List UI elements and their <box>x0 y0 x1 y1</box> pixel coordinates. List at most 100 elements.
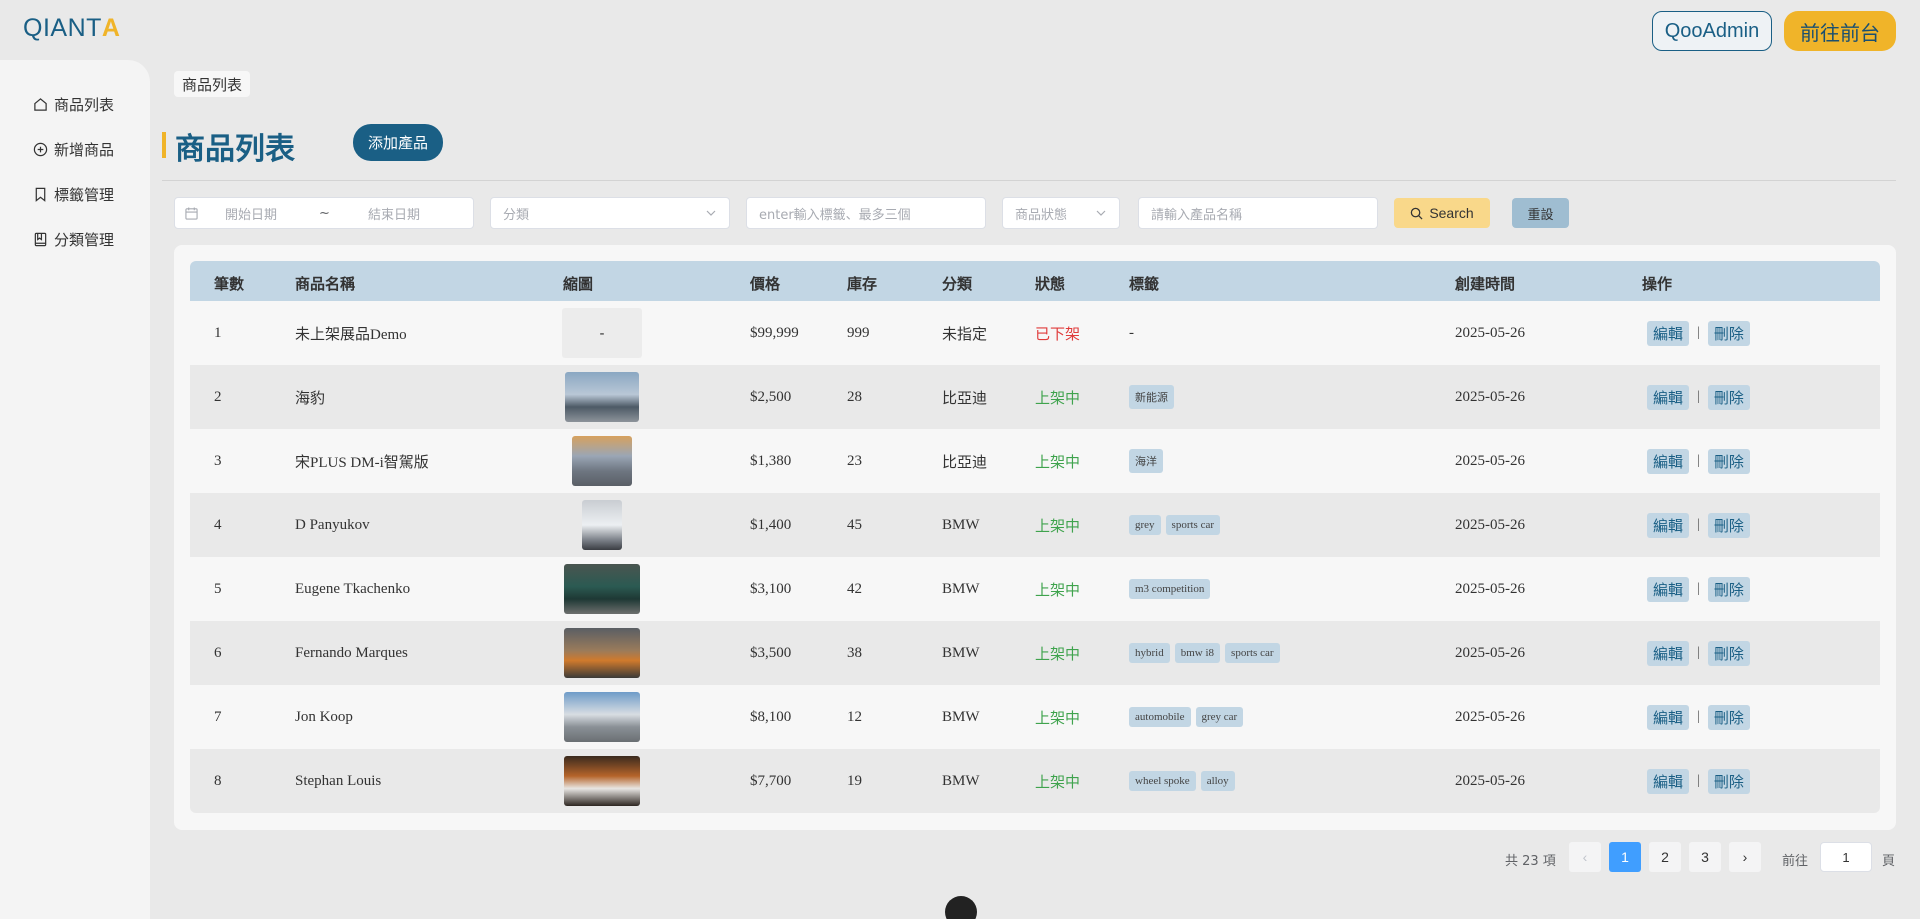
product-category: BMW <box>942 708 980 725</box>
delete-button[interactable]: 刪除 <box>1707 704 1750 730</box>
row-number: 2 <box>214 388 222 405</box>
thumbnail-placeholder: - <box>562 308 642 358</box>
add-product-button[interactable]: 添加產品 <box>353 124 443 161</box>
tag-chip: 新能源 <box>1129 385 1174 409</box>
column-header: 狀態 <box>1035 275 1066 293</box>
search-button[interactable]: Search <box>1394 198 1490 228</box>
delete-button[interactable]: 刪除 <box>1707 384 1750 410</box>
delete-button[interactable]: 刪除 <box>1707 640 1750 666</box>
product-name-input[interactable]: 請輸入產品名稱 <box>1138 197 1378 229</box>
product-tags: automobile grey car <box>1129 685 1244 749</box>
created-date: 2025-05-26 <box>1455 708 1525 725</box>
tag-chip: alloy <box>1200 771 1235 791</box>
tag-chip: grey car <box>1195 707 1244 727</box>
product-stock: 19 <box>847 772 862 789</box>
tag-chip: m3 competition <box>1129 579 1211 599</box>
calendar-icon <box>185 207 198 220</box>
table-row: 3 宋PLUS DM-i智駕版 $1,380 23 比亞迪 上架中 海洋 2025-05-26… <box>190 429 1880 493</box>
product-category: BMW <box>942 516 980 533</box>
action-separator: | <box>1697 645 1700 660</box>
product-price: $7,700 <box>750 772 792 789</box>
row-actions: 編輯 | 刪除 <box>1647 621 1750 685</box>
breadcrumb[interactable]: 商品列表 <box>174 71 251 97</box>
column-header: 縮圖 <box>563 275 594 293</box>
next-page-button[interactable]: › <box>1729 842 1761 872</box>
goto-page-input[interactable]: 1 <box>1820 842 1872 872</box>
edit-button[interactable]: 編輯 <box>1647 512 1690 538</box>
sidebar-item-product-list[interactable]: 商品列表 <box>33 92 114 116</box>
table-row: 5 Eugene Tkachenko $3,100 42 BMW 上架中 m3 compet… <box>190 557 1880 621</box>
product-thumbnail <box>582 500 622 550</box>
product-category: 未指定 <box>942 324 988 343</box>
table-header: 筆數 商品名稱 縮圖 價格 庫存 分類 狀態 標籤 創建時間 操作 <box>190 261 1880 301</box>
row-number: 8 <box>214 772 222 789</box>
table-row: 6 Fernando Marques $3,500 38 BMW 上架中 hybrid bmw… <box>190 621 1880 685</box>
row-number: 7 <box>214 708 222 725</box>
delete-button[interactable]: 刪除 <box>1707 576 1750 602</box>
logo[interactable]: QIANTA <box>23 14 120 43</box>
tag-chip: grey <box>1129 515 1161 535</box>
edit-button[interactable]: 編輯 <box>1647 704 1690 730</box>
delete-button[interactable]: 刪除 <box>1707 448 1750 474</box>
reset-button[interactable]: 重設 <box>1512 198 1569 228</box>
product-thumbnail <box>564 756 640 806</box>
prev-page-button[interactable]: ‹ <box>1569 842 1601 872</box>
category-select[interactable]: 分類 <box>490 197 730 229</box>
status-label: 上架中 <box>1035 452 1081 471</box>
row-actions: 編輯 | 刪除 <box>1647 493 1750 557</box>
created-date: 2025-05-26 <box>1455 388 1525 405</box>
action-separator: | <box>1697 773 1700 788</box>
product-tags: hybrid bmw i8 sports car <box>1129 621 1280 685</box>
page-button-2[interactable]: 2 <box>1649 842 1681 872</box>
product-category: BMW <box>942 644 980 661</box>
row-actions: 編輯 | 刪除 <box>1647 557 1750 621</box>
delete-button[interactable]: 刪除 <box>1707 320 1750 346</box>
go-front-button[interactable]: 前往前台 <box>1784 11 1896 51</box>
edit-button[interactable]: 編輯 <box>1647 576 1690 602</box>
tag-input[interactable]: enter輸入標籤、最多三個 <box>746 197 986 229</box>
product-stock: 23 <box>847 452 862 469</box>
product-thumbnail <box>572 436 632 486</box>
product-name-placeholder: 請輸入產品名稱 <box>1151 207 1243 223</box>
start-date-placeholder: 開始日期 <box>225 207 278 223</box>
edit-button[interactable]: 編輯 <box>1647 768 1690 794</box>
product-tags: 新能源 <box>1129 365 1174 429</box>
scroll-toggle-button[interactable] <box>945 896 977 919</box>
bookmark-icon <box>35 187 46 202</box>
product-thumbnail <box>564 692 640 742</box>
product-category: 比亞迪 <box>942 388 988 407</box>
column-header: 分類 <box>942 275 973 293</box>
edit-button[interactable]: 編輯 <box>1647 448 1690 474</box>
qooadmin-button[interactable]: QooAdmin <box>1652 11 1772 51</box>
edit-button[interactable]: 編輯 <box>1647 640 1690 666</box>
product-stock: 45 <box>847 516 862 533</box>
column-header: 價格 <box>750 275 781 293</box>
edit-button[interactable]: 編輯 <box>1647 384 1690 410</box>
product-name: 海豹 <box>295 390 326 407</box>
delete-button[interactable]: 刪除 <box>1707 768 1750 794</box>
sidebar-item-tag-management[interactable]: 標籤管理 <box>33 182 114 206</box>
sidebar-item-add-product[interactable]: 新增商品 <box>33 137 114 161</box>
column-header: 筆數 <box>214 275 245 293</box>
delete-button[interactable]: 刪除 <box>1707 512 1750 538</box>
page-button-3[interactable]: 3 <box>1689 842 1721 872</box>
tag-chip: wheel spoke <box>1129 771 1196 791</box>
home-icon <box>34 97 47 111</box>
chevron-down-icon <box>706 210 716 216</box>
product-tags: - <box>1129 301 1134 365</box>
row-actions: 編輯 | 刪除 <box>1647 685 1750 749</box>
status-label: 上架中 <box>1035 580 1081 599</box>
product-price: $3,500 <box>750 644 792 661</box>
sidebar-item-category-management[interactable]: 分類管理 <box>33 227 114 251</box>
row-number: 5 <box>214 580 222 597</box>
product-price: $2,500 <box>750 388 792 405</box>
created-date: 2025-05-26 <box>1455 324 1525 341</box>
page-button-1[interactable]: 1 <box>1609 842 1641 872</box>
status-select[interactable]: 商品狀態 <box>1002 197 1120 229</box>
created-date: 2025-05-26 <box>1455 516 1525 533</box>
product-name: Jon Koop <box>295 708 353 725</box>
edit-button[interactable]: 編輯 <box>1647 320 1690 346</box>
action-separator: | <box>1697 581 1700 596</box>
date-range-picker[interactable]: 開始日期 ~ 結束日期 <box>174 197 474 229</box>
sidebar-item-label: 新增商品 <box>54 140 115 159</box>
